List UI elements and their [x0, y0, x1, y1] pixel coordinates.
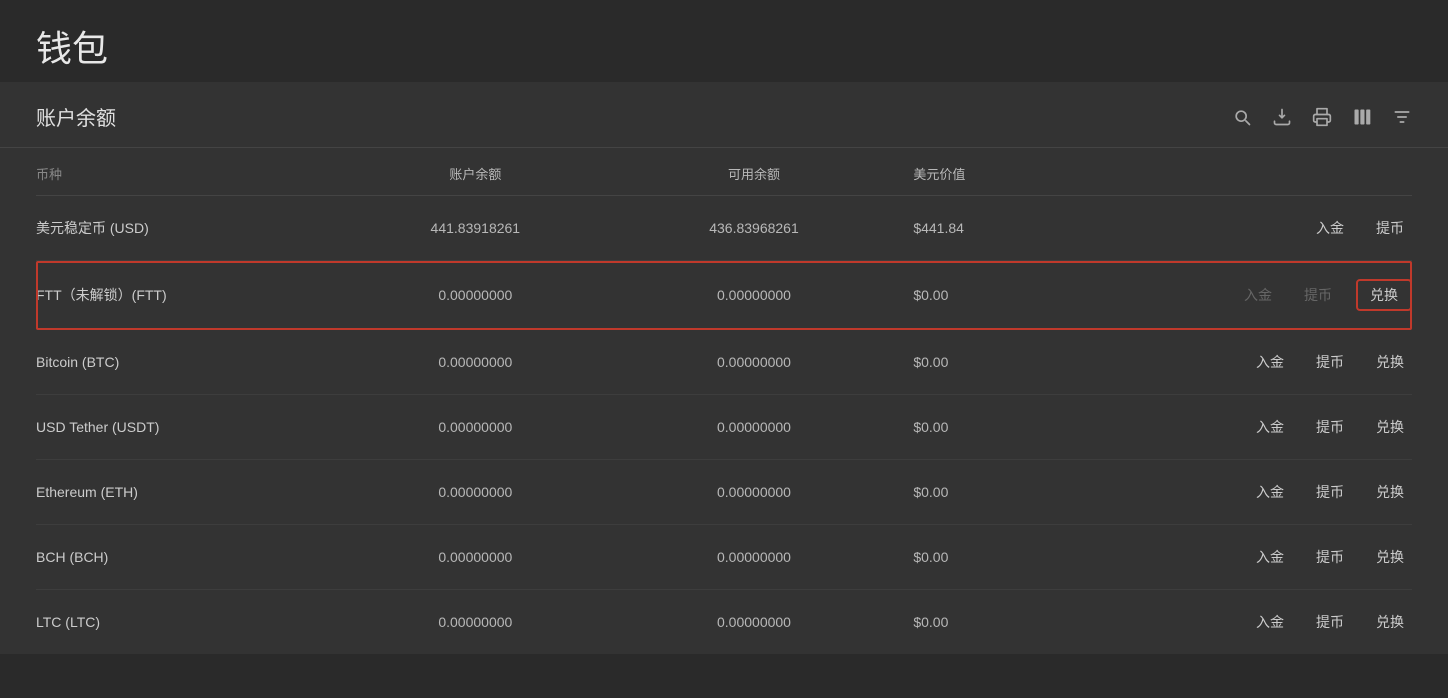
exchange-button[interactable]: 兑换: [1368, 478, 1412, 506]
deposit-button[interactable]: 入金: [1308, 214, 1352, 242]
table-header: 币种 账户余额 可用余额 美元价值: [36, 148, 1412, 196]
balance-value: 0.00000000: [336, 287, 615, 303]
table-row: USD Tether (USDT) 0.00000000 0.00000000 …: [36, 395, 1412, 460]
deposit-button: 入金: [1236, 281, 1280, 309]
usd-value: $441.84: [893, 220, 1172, 236]
columns-icon[interactable]: [1352, 105, 1372, 128]
currency-label: Ethereum (ETH): [36, 484, 336, 500]
withdraw-button[interactable]: 提币: [1368, 214, 1412, 242]
balance-value: 0.00000000: [336, 549, 615, 565]
deposit-button[interactable]: 入金: [1248, 608, 1292, 636]
currency-label: BCH (BCH): [36, 549, 336, 565]
col-header-balance: 账户余额: [336, 164, 615, 183]
exchange-button[interactable]: 兑换: [1356, 279, 1412, 311]
withdraw-button[interactable]: 提币: [1308, 543, 1352, 571]
usd-value: $0.00: [893, 419, 1172, 435]
withdraw-button[interactable]: 提币: [1308, 478, 1352, 506]
download-icon[interactable]: [1272, 105, 1292, 128]
withdraw-button[interactable]: 提币: [1308, 348, 1352, 376]
available-value: 0.00000000: [615, 419, 894, 435]
filter-icon[interactable]: [1392, 105, 1412, 128]
balance-value: 0.00000000: [336, 484, 615, 500]
exchange-button[interactable]: 兑换: [1368, 543, 1412, 571]
table-row: 美元稳定币 (USD) 441.83918261 436.83968261 $4…: [36, 196, 1412, 261]
balance-value: 0.00000000: [336, 354, 615, 370]
exchange-button[interactable]: 兑换: [1368, 413, 1412, 441]
available-value: 0.00000000: [615, 287, 894, 303]
balance-value: 441.83918261: [336, 220, 615, 236]
table-row: FTT（未解锁）(FTT) 0.00000000 0.00000000 $0.0…: [36, 261, 1412, 330]
available-value: 0.00000000: [615, 484, 894, 500]
exchange-button[interactable]: 兑换: [1368, 348, 1412, 376]
currency-label: 美元稳定币 (USD): [36, 218, 336, 238]
currency-label: USD Tether (USDT): [36, 419, 336, 435]
exchange-button[interactable]: 兑换: [1368, 608, 1412, 636]
usd-value: $0.00: [893, 287, 1172, 303]
usd-value: $0.00: [893, 549, 1172, 565]
usd-value: $0.00: [893, 354, 1172, 370]
available-value: 0.00000000: [615, 614, 894, 630]
available-value: 436.83968261: [615, 220, 894, 236]
available-value: 0.00000000: [615, 549, 894, 565]
deposit-button[interactable]: 入金: [1248, 413, 1292, 441]
table-row: Bitcoin (BTC) 0.00000000 0.00000000 $0.0…: [36, 330, 1412, 395]
col-header-currency: 币种: [36, 164, 336, 183]
currency-label: LTC (LTC): [36, 614, 336, 630]
col-header-usd: 美元价值: [893, 164, 1172, 183]
withdraw-button[interactable]: 提币: [1308, 413, 1352, 441]
deposit-button[interactable]: 入金: [1248, 478, 1292, 506]
table-row: LTC (LTC) 0.00000000 0.00000000 $0.00 入金…: [36, 590, 1412, 654]
usd-value: $0.00: [893, 484, 1172, 500]
withdraw-button[interactable]: 提币: [1308, 608, 1352, 636]
withdraw-button: 提币: [1296, 281, 1340, 309]
balance-value: 0.00000000: [336, 419, 615, 435]
table-row: BCH (BCH) 0.00000000 0.00000000 $0.00 入金…: [36, 525, 1412, 590]
deposit-button[interactable]: 入金: [1248, 348, 1292, 376]
currency-label: Bitcoin (BTC): [36, 354, 336, 370]
page-title: 钱包: [36, 20, 1412, 72]
available-value: 0.00000000: [615, 354, 894, 370]
deposit-button[interactable]: 入金: [1248, 543, 1292, 571]
search-icon[interactable]: [1232, 105, 1252, 128]
print-icon[interactable]: [1312, 105, 1332, 128]
col-header-available: 可用余额: [615, 164, 894, 183]
currency-label: FTT（未解锁）(FTT): [36, 285, 336, 305]
table-row: Ethereum (ETH) 0.00000000 0.00000000 $0.…: [36, 460, 1412, 525]
section-title: 账户余额: [36, 102, 116, 131]
balance-value: 0.00000000: [336, 614, 615, 630]
usd-value: $0.00: [893, 614, 1172, 630]
